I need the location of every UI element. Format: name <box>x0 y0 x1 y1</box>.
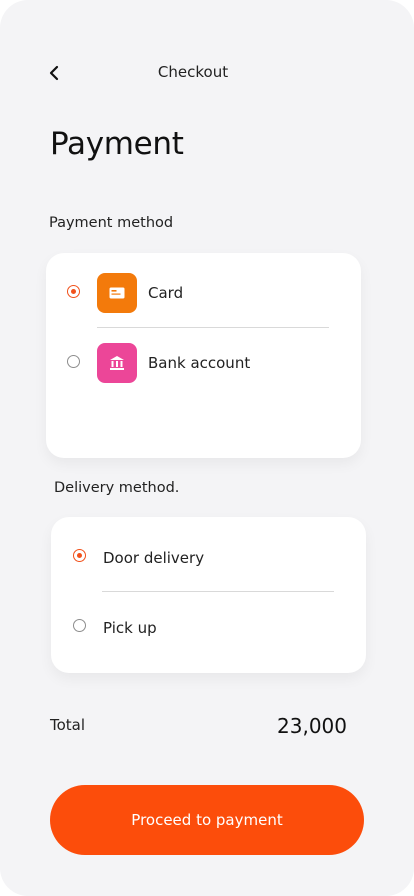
payment-radio-card[interactable] <box>67 285 80 298</box>
payment-option-bank[interactable]: Bank account <box>46 343 361 383</box>
payment-method-label: Payment method <box>49 215 174 231</box>
card-icon <box>97 273 137 313</box>
delivery-option-pickup-label: Pick up <box>103 619 157 637</box>
payment-option-bank-label: Bank account <box>148 354 251 372</box>
delivery-option-door[interactable]: Door delivery <box>51 541 366 571</box>
delivery-method-label: Delivery method. <box>54 480 180 496</box>
total-label: Total <box>50 716 86 734</box>
payment-option-card[interactable]: Card <box>46 273 361 313</box>
delivery-option-door-label: Door delivery <box>103 549 205 567</box>
checkout-screen: Checkout Payment Payment method Card Ban… <box>0 0 414 896</box>
page-title: Payment <box>50 126 184 162</box>
delivery-radio-door[interactable] <box>73 549 86 562</box>
proceed-to-payment-button[interactable]: Proceed to payment <box>50 785 364 855</box>
header-title: Checkout <box>157 63 229 81</box>
payment-option-card-label: Card <box>148 284 184 302</box>
payment-method-card: Card Bank account <box>46 253 361 458</box>
delivery-radio-pickup[interactable] <box>73 619 86 632</box>
delivery-method-card: Door delivery Pick up <box>51 517 366 673</box>
divider <box>102 591 334 592</box>
delivery-option-pickup[interactable]: Pick up <box>51 611 366 641</box>
divider <box>97 327 329 328</box>
payment-radio-bank[interactable] <box>67 355 80 368</box>
bank-icon <box>97 343 137 383</box>
total-value: 23,000 <box>277 714 347 738</box>
